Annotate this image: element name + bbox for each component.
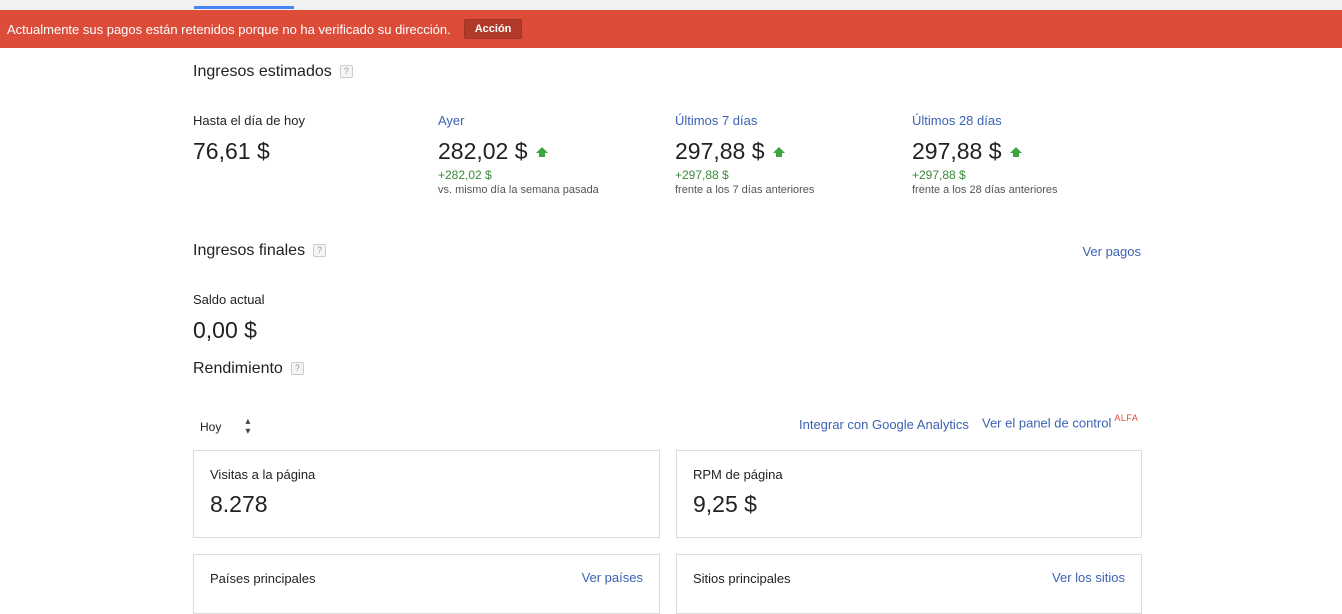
estimated-title-row: Ingresos estimados?: [193, 63, 353, 81]
last7-link[interactable]: Últimos 7 días: [675, 113, 757, 128]
alert-bar: Actualmente sus pagos están retenidos po…: [0, 10, 1342, 48]
last28-value: 297,88 $: [912, 138, 1002, 164]
last28-link[interactable]: Últimos 28 días: [912, 113, 1002, 128]
countries-title: Países principales: [210, 571, 316, 586]
dashboard-link[interactable]: Ver el panel de control: [982, 415, 1111, 430]
last28-value-row: 297,88 $: [912, 138, 1022, 165]
alert-action-button[interactable]: Acción: [463, 19, 523, 39]
dashboard-link-row: Ver el panel de control ALFA: [982, 413, 1138, 432]
estimated-title: Ingresos estimados: [193, 63, 332, 80]
pageviews-title: Visitas a la página: [210, 467, 316, 482]
yesterday-link[interactable]: Ayer: [438, 113, 465, 128]
balance-label: Saldo actual: [193, 292, 265, 307]
sites-title: Sitios principales: [693, 571, 791, 586]
performance-title: Rendimiento: [193, 360, 283, 377]
today-value: 76,61 $: [193, 138, 270, 164]
countries-card: Países principales Ver países: [193, 554, 660, 614]
alfa-badge: ALFA: [1114, 413, 1139, 423]
yesterday-value: 282,02 $: [438, 138, 528, 164]
yesterday-value-row: 282,02 $: [438, 138, 548, 165]
balance-value: 0,00 $: [193, 317, 257, 343]
today-label: Hasta el día de hoy: [193, 113, 306, 128]
view-countries-link[interactable]: Ver países: [582, 570, 643, 585]
last28-note: frente a los 28 días anteriores: [912, 184, 1058, 196]
yesterday-note: vs. mismo día la semana pasada: [438, 184, 599, 196]
help-icon[interactable]: ?: [339, 65, 353, 79]
up-arrow-icon: [1009, 146, 1022, 157]
up-arrow-icon: [772, 146, 785, 157]
view-payments-link[interactable]: Ver pagos: [1082, 244, 1141, 259]
last7-value-row: 297,88 $: [675, 138, 785, 165]
last7-delta: +297,88 $: [675, 168, 729, 182]
analytics-link[interactable]: Integrar con Google Analytics: [799, 417, 969, 432]
top-strip: [0, 0, 1342, 10]
pageviews-value: 8.278: [210, 491, 268, 517]
final-title-row: Ingresos finales?: [193, 242, 327, 260]
performance-title-row: Rendimiento?: [193, 360, 304, 378]
last7-value: 297,88 $: [675, 138, 765, 164]
period-select-value: Hoy: [200, 420, 222, 434]
rpm-title: RPM de página: [693, 467, 783, 482]
last28-delta: +297,88 $: [912, 168, 966, 182]
active-tab-indicator: [194, 6, 294, 9]
sort-arrows-icon: ▴ ▾: [245, 416, 251, 437]
yesterday-delta: +282,02 $: [438, 168, 492, 182]
help-icon[interactable]: ?: [290, 362, 304, 376]
sites-card: Sitios principales Ver los sitios: [676, 554, 1142, 614]
help-icon[interactable]: ?: [313, 244, 327, 258]
view-sites-link[interactable]: Ver los sitios: [1052, 570, 1125, 585]
last7-note: frente a los 7 días anteriores: [675, 184, 815, 196]
rpm-card: RPM de página 9,25 $: [676, 450, 1142, 538]
final-title: Ingresos finales: [193, 242, 306, 259]
period-select[interactable]: Hoy ▴ ▾: [200, 417, 250, 437]
pageviews-card: Visitas a la página 8.278: [193, 450, 660, 538]
rpm-value: 9,25 $: [693, 491, 757, 517]
alert-message: Actualmente sus pagos están retenidos po…: [7, 21, 451, 37]
up-arrow-icon: [535, 146, 548, 157]
